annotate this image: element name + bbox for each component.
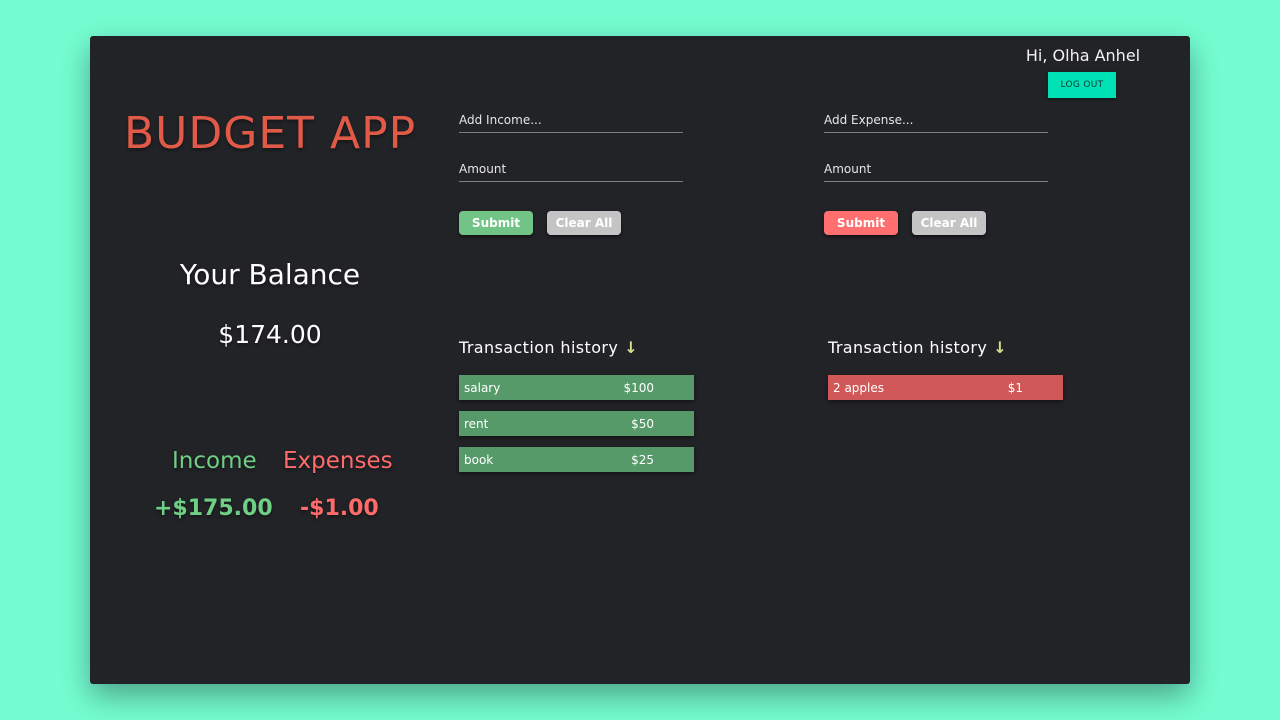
transaction-name: 2 apples (833, 380, 885, 395)
balance-heading: Your Balance (179, 258, 361, 291)
income-history-title: Transaction history ↓ (459, 338, 638, 357)
expenses-label: Expenses (283, 448, 393, 474)
add-income-input[interactable] (459, 108, 683, 133)
transaction-name: rent (464, 416, 489, 431)
transaction-amount: $25 (631, 452, 654, 467)
user-greeting: Hi, Olha Anhel (1025, 46, 1141, 65)
expense-amount-input[interactable] (824, 157, 1048, 182)
expense-clear-all-button[interactable]: Clear All (912, 211, 986, 235)
transaction-name: salary (464, 380, 501, 395)
expenses-total: -$1.00 (300, 496, 379, 521)
transaction-amount: $100 (623, 380, 654, 395)
logout-button[interactable]: LOG OUT (1048, 72, 1116, 98)
income-clear-all-button[interactable]: Clear All (547, 211, 621, 235)
income-transaction-row[interactable]: salary $100 (459, 375, 694, 400)
app-title: BUDGET APP (124, 108, 417, 159)
income-amount-input[interactable] (459, 157, 683, 182)
income-history-title-text: Transaction history (459, 338, 619, 357)
app-window: Hi, Olha Anhel LOG OUT BUDGET APP Your B… (90, 36, 1190, 684)
transaction-amount: $1 (1007, 380, 1023, 395)
income-transaction-row[interactable]: rent $50 (459, 411, 694, 436)
expense-history-title: Transaction history ↓ (828, 338, 1007, 357)
add-expense-input[interactable] (824, 108, 1048, 133)
balance-value: $174.00 (218, 320, 322, 349)
income-label: Income (172, 448, 257, 474)
transaction-name: book (464, 452, 494, 467)
expense-submit-button[interactable]: Submit (824, 211, 898, 235)
income-total: +$175.00 (154, 496, 273, 521)
arrow-down-icon[interactable]: ↓ (993, 338, 1007, 357)
expense-history-title-text: Transaction history (828, 338, 988, 357)
transaction-amount: $50 (631, 416, 654, 431)
expense-transaction-row[interactable]: 2 apples $1 (828, 375, 1063, 400)
income-submit-button[interactable]: Submit (459, 211, 533, 235)
income-transaction-row[interactable]: book $25 (459, 447, 694, 472)
arrow-down-icon[interactable]: ↓ (624, 338, 638, 357)
